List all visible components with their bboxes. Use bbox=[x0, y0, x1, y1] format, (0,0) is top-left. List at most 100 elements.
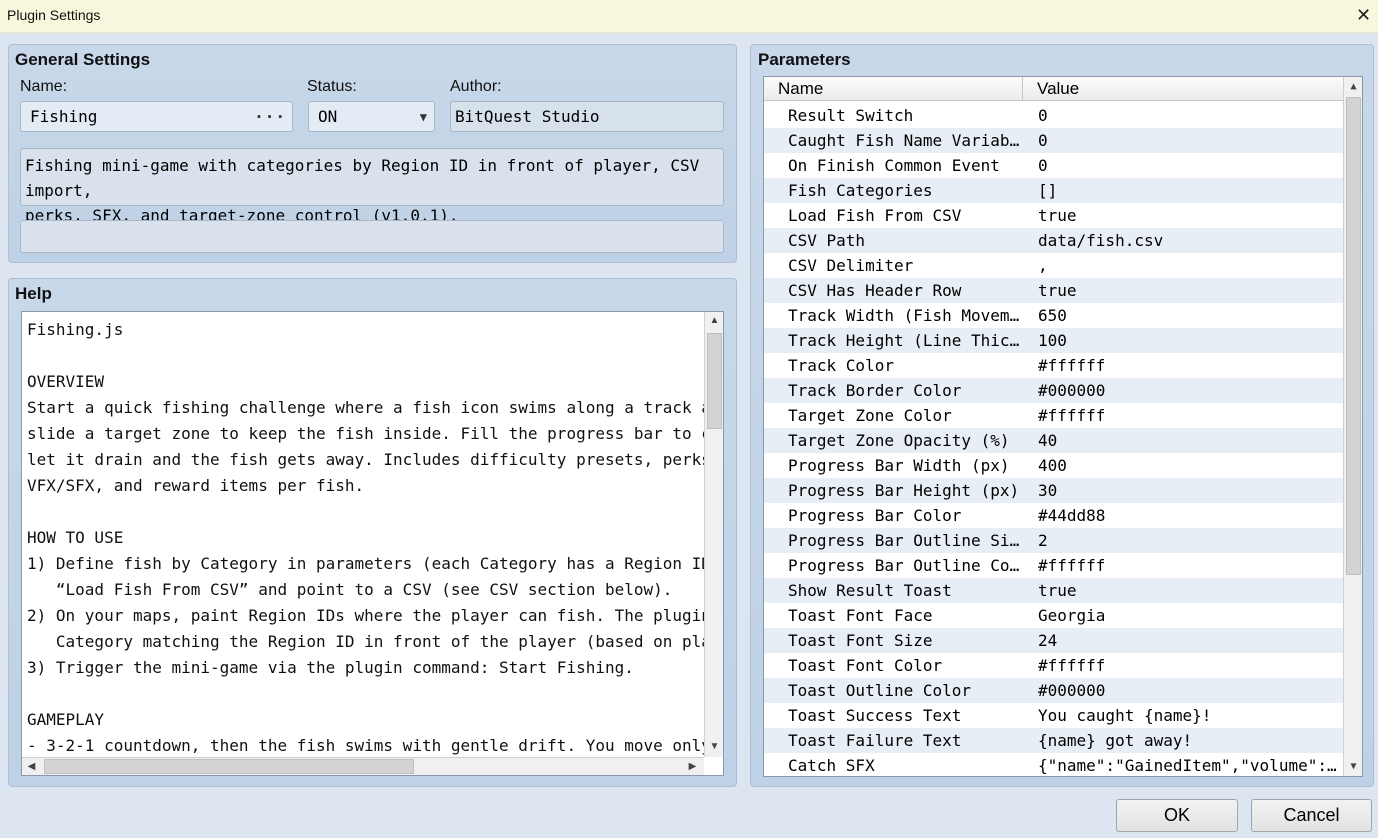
arrow-down-icon[interactable]: ▼ bbox=[1345, 758, 1362, 775]
parameter-row[interactable]: Target Zone Opacity (%) 40 bbox=[764, 428, 1343, 453]
parameter-name: Toast Font Face bbox=[788, 606, 933, 625]
parameter-name: Toast Failure Text bbox=[788, 731, 962, 750]
parameter-row[interactable]: Toast Outline Color #000000 bbox=[764, 678, 1343, 703]
parameter-row[interactable]: CSV Path data/fish.csv bbox=[764, 228, 1343, 253]
parameter-row[interactable]: Result Switch 0 bbox=[764, 103, 1343, 128]
parameter-row[interactable]: Toast Font Color #ffffff bbox=[764, 653, 1343, 678]
window-title: Plugin Settings bbox=[7, 7, 101, 23]
parameter-name: Progress Bar Height (px) bbox=[788, 481, 1020, 500]
parameter-row[interactable]: Caught Fish Name Variable 0 bbox=[764, 128, 1343, 153]
parameter-name: Track Height (Line Thick··· bbox=[788, 331, 1020, 350]
parameter-value: 24 bbox=[1038, 631, 1058, 650]
help-scroll-thumb[interactable] bbox=[707, 333, 722, 429]
help-text-area[interactable]: Fishing.js OVERVIEW Start a quick fishin… bbox=[21, 311, 724, 776]
parameter-row[interactable]: Progress Bar Outline Color #ffffff bbox=[764, 553, 1343, 578]
extra-field[interactable] bbox=[20, 220, 724, 253]
parameter-row[interactable]: Show Result Toast true bbox=[764, 578, 1343, 603]
parameter-row[interactable]: Track Border Color #000000 bbox=[764, 378, 1343, 403]
parameters-title: Parameters bbox=[758, 50, 851, 69]
arrow-up-icon[interactable]: ▲ bbox=[706, 312, 723, 329]
status-value: ON bbox=[318, 107, 338, 126]
parameter-value: 0 bbox=[1038, 106, 1048, 125]
parameter-value: 0 bbox=[1038, 156, 1048, 175]
author-field[interactable]: BitQuest Studio bbox=[450, 101, 724, 132]
parameter-value: {"name":"GainedItem","volume":"5··· bbox=[1038, 756, 1338, 775]
parameter-row[interactable]: Progress Bar Height (px) 30 bbox=[764, 478, 1343, 503]
column-header-name[interactable]: Name bbox=[764, 77, 1023, 101]
column-header-value[interactable]: Value bbox=[1023, 77, 1344, 101]
parameter-name: Progress Bar Outline Siz··· bbox=[788, 531, 1020, 550]
parameter-value: #44dd88 bbox=[1038, 506, 1106, 525]
parameter-value: #ffffff bbox=[1038, 356, 1106, 375]
parameter-value: 650 bbox=[1038, 306, 1067, 325]
parameter-row[interactable]: On Finish Common Event 0 bbox=[764, 153, 1343, 178]
ok-button[interactable]: OK bbox=[1116, 799, 1238, 832]
author-label: Author: bbox=[450, 78, 502, 95]
name-field[interactable]: Fishing ··· bbox=[20, 101, 293, 132]
parameter-value: #000000 bbox=[1038, 381, 1106, 400]
parameter-value: true bbox=[1038, 581, 1077, 600]
parameter-name: Load Fish From CSV bbox=[788, 206, 962, 225]
parameter-value: #000000 bbox=[1038, 681, 1106, 700]
help-hscroll-thumb[interactable] bbox=[44, 759, 414, 774]
parameters-table-header: Name Value bbox=[764, 77, 1344, 101]
parameters-scroll-thumb[interactable] bbox=[1346, 97, 1361, 575]
parameter-row[interactable]: Toast Font Size 24 bbox=[764, 628, 1343, 653]
parameter-name: Track Color bbox=[788, 356, 894, 375]
parameter-value: 40 bbox=[1038, 431, 1058, 450]
arrow-up-icon[interactable]: ▲ bbox=[1345, 78, 1362, 95]
parameter-row[interactable]: CSV Has Header Row true bbox=[764, 278, 1343, 303]
parameter-row[interactable]: Load Fish From CSV true bbox=[764, 203, 1343, 228]
parameter-row[interactable]: Toast Font Face Georgia bbox=[764, 603, 1343, 628]
chevron-down-icon: ▼ bbox=[419, 110, 427, 124]
parameter-name: CSV Path bbox=[788, 231, 866, 250]
parameter-name: Track Border Color bbox=[788, 381, 962, 400]
parameter-row[interactable]: Catch SFX {"name":"GainedItem","volume":"… bbox=[764, 753, 1343, 776]
parameters-vertical-scrollbar[interactable]: ▲ ▼ bbox=[1343, 77, 1362, 776]
parameter-name: Track Width (Fish Moveme··· bbox=[788, 306, 1020, 325]
parameter-name: Progress Bar Width (px) bbox=[788, 456, 1010, 475]
arrow-down-icon[interactable]: ▼ bbox=[706, 738, 723, 755]
parameter-name: Toast Outline Color bbox=[788, 681, 972, 700]
parameter-name: Toast Font Color bbox=[788, 656, 943, 675]
parameter-row[interactable]: Progress Bar Outline Siz··· 2 bbox=[764, 528, 1343, 553]
parameter-value: 30 bbox=[1038, 481, 1058, 500]
parameter-row[interactable]: Toast Failure Text {name} got away! bbox=[764, 728, 1343, 753]
parameter-row[interactable]: Track Height (Line Thick··· 100 bbox=[764, 328, 1343, 353]
parameter-row[interactable]: Progress Bar Width (px) 400 bbox=[764, 453, 1343, 478]
description-field[interactable]: Fishing mini-game with categories by Reg… bbox=[20, 148, 724, 225]
status-select[interactable]: ON ▼ bbox=[308, 101, 435, 132]
parameter-value: #ffffff bbox=[1038, 406, 1106, 425]
parameters-table[interactable]: Name Value Result Switch 0 Caught Fish Nam… bbox=[763, 76, 1363, 777]
parameter-value: #ffffff bbox=[1038, 656, 1106, 675]
arrow-left-icon[interactable]: ◀ bbox=[23, 758, 40, 775]
parameter-name: Toast Font Size bbox=[788, 631, 933, 650]
parameter-value: {name} got away! bbox=[1038, 731, 1193, 750]
arrow-right-icon[interactable]: ▶ bbox=[684, 758, 701, 775]
parameter-row[interactable]: Track Width (Fish Moveme··· 650 bbox=[764, 303, 1343, 328]
name-value: Fishing bbox=[30, 107, 98, 126]
parameter-row[interactable]: Fish Categories [] bbox=[764, 178, 1343, 203]
parameter-row[interactable]: Progress Bar Color #44dd88 bbox=[764, 503, 1343, 528]
parameter-value: true bbox=[1038, 281, 1077, 300]
parameter-row[interactable]: CSV Delimiter, bbox=[764, 253, 1343, 278]
parameter-name: Catch SFX bbox=[788, 756, 875, 775]
parameter-value: You caught {name}! bbox=[1038, 706, 1212, 725]
parameter-row[interactable]: Track Color #ffffff bbox=[764, 353, 1343, 378]
parameter-name: Caught Fish Name Variable bbox=[788, 131, 1020, 150]
title-bar: Plugin Settings ✕ bbox=[0, 0, 1378, 33]
parameter-name: Fish Categories bbox=[788, 181, 933, 200]
parameter-value: 2 bbox=[1038, 531, 1048, 550]
help-horizontal-scrollbar[interactable]: ◀ ▶ bbox=[22, 757, 704, 775]
parameter-value: true bbox=[1038, 206, 1077, 225]
parameter-row[interactable]: Target Zone Color #ffffff bbox=[764, 403, 1343, 428]
close-icon[interactable]: ✕ bbox=[1349, 1, 1378, 30]
name-label: Name: bbox=[20, 78, 68, 95]
help-vertical-scrollbar[interactable]: ▲ ▼ bbox=[704, 312, 723, 757]
parameter-name: Result Switch bbox=[788, 106, 914, 125]
cancel-button[interactable]: Cancel bbox=[1251, 799, 1372, 832]
name-browse-button[interactable]: ··· bbox=[254, 102, 286, 131]
parameter-name: CSV Delimiter bbox=[788, 256, 914, 275]
help-title: Help bbox=[15, 284, 52, 303]
parameter-row[interactable]: Toast Success Text You caught {name}! bbox=[764, 703, 1343, 728]
